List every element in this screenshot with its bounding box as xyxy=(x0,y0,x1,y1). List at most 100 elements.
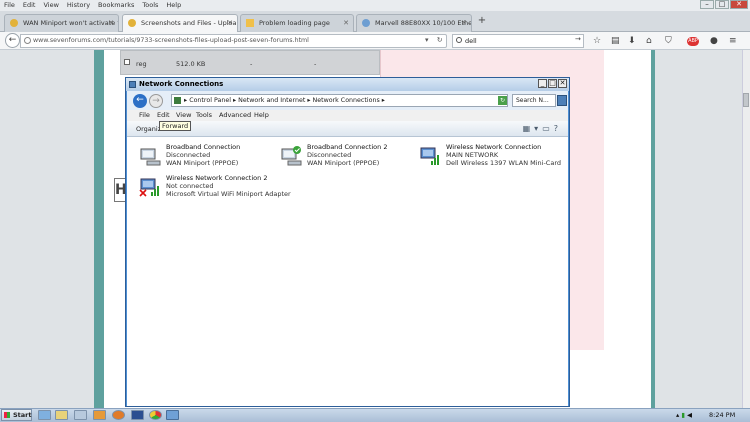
view-options: ▦▾▭? xyxy=(523,124,562,133)
home-icon[interactable]: ⌂ xyxy=(646,36,652,46)
tab-problem-loading[interactable]: Problem loading page ✕ xyxy=(240,14,354,32)
site-identity-icon[interactable] xyxy=(24,37,31,44)
maximize-button[interactable]: □ xyxy=(715,0,729,9)
crumb-control-panel[interactable]: Control Panel xyxy=(189,97,231,104)
tray-network-icon[interactable]: ▮ xyxy=(681,411,685,419)
broadband-icon xyxy=(140,148,161,166)
crumb-network-connections[interactable]: Network Connections xyxy=(313,97,380,104)
nc-breadcrumb[interactable]: ▸ Control Panel ▸ Network and Internet ▸… xyxy=(171,94,508,107)
crumb-separator: ▸ xyxy=(232,97,237,104)
dropdown-arrow-icon[interactable]: ▾ xyxy=(425,36,429,44)
bookmark-star-icon[interactable]: ☆ xyxy=(593,36,601,46)
window-title[interactable]: Network Connections xyxy=(126,78,569,91)
nc-menu-file[interactable]: File xyxy=(139,110,150,121)
nc-back-arrow-icon[interactable]: ← xyxy=(133,94,147,108)
nc-menu-tools[interactable]: Tools xyxy=(196,110,212,121)
connection-device: WAN Miniport (PPPOE) xyxy=(166,158,239,167)
nc-menu-edit[interactable]: Edit xyxy=(157,110,170,121)
explorer-icon[interactable] xyxy=(55,410,68,420)
network-icon[interactable] xyxy=(166,410,179,420)
preview-pane-icon[interactable]: ▭ xyxy=(542,124,554,133)
volume-icon[interactable]: ◀ xyxy=(687,411,692,419)
wireless-icon xyxy=(139,178,159,197)
crumb-network-internet[interactable]: Network and Internet xyxy=(238,97,305,104)
nc-address-bar: ← → ▸ Control Panel ▸ Network and Intern… xyxy=(127,91,568,110)
warning-icon xyxy=(246,19,254,27)
file-icon xyxy=(124,59,130,65)
network-connections-window: Network Connections _ □ ✕ ← → ▸ Control … xyxy=(125,77,570,407)
menu-tools[interactable]: Tools xyxy=(142,0,158,11)
nc-minimize-button[interactable]: _ xyxy=(538,79,547,88)
reload-icon[interactable]: ↻ xyxy=(437,36,443,44)
tab-wan-miniport[interactable]: WAN Miniport won't activate f... ✕ xyxy=(4,14,119,32)
tab-strip: WAN Miniport won't activate f... ✕ Scree… xyxy=(0,11,750,33)
chat-icon[interactable]: ● xyxy=(710,36,718,46)
attachment-size: 512.0 KB xyxy=(176,60,206,68)
tab-marvell[interactable]: Marvell 88E80XX 10/100 Ethe... ✕ xyxy=(356,14,472,32)
firefox-icon[interactable] xyxy=(93,410,106,420)
adblock-icon[interactable]: ABP xyxy=(687,37,699,46)
menu-bookmarks[interactable]: Bookmarks xyxy=(98,0,134,11)
crumb-separator: ▸ xyxy=(307,97,311,104)
connections-list: Broadband Connection Disconnected WAN Mi… xyxy=(127,137,568,406)
clock[interactable]: 8:24 PM xyxy=(709,410,735,420)
word-icon[interactable] xyxy=(131,410,144,420)
menu-help[interactable]: Help xyxy=(166,0,181,11)
ie-icon[interactable] xyxy=(38,410,51,420)
forward-tooltip: Forward xyxy=(159,121,192,131)
nc-search-input[interactable]: Search N... xyxy=(512,94,556,107)
attachment-col3: - xyxy=(250,60,253,68)
window-controls: – □ ✕ xyxy=(700,0,748,10)
sevenforums-favicon-icon xyxy=(10,19,18,27)
views-icon[interactable]: ▦▾ xyxy=(523,124,543,133)
control-panel-icon xyxy=(174,97,181,104)
scrollbar-thumb[interactable] xyxy=(743,93,749,107)
system-tray: ▴ ▮ ◀ xyxy=(676,410,692,420)
search-go-icon[interactable]: → xyxy=(575,35,581,43)
back-arrow-icon[interactable]: ← xyxy=(5,33,20,48)
tab-screenshots[interactable]: Screenshots and Files - Uploa... ✕ xyxy=(122,14,238,33)
nc-window-controls: _ □ ✕ xyxy=(538,79,567,88)
download-icon[interactable]: ⬇ xyxy=(628,36,636,46)
tray-arrow-icon[interactable]: ▴ xyxy=(676,411,679,419)
nc-command-bar: Organize ▾ ▦▾▭? xyxy=(127,121,568,137)
nc-menu-view[interactable]: View xyxy=(176,110,191,121)
shield-icon[interactable]: ⛉ xyxy=(665,36,672,46)
nc-menu-help[interactable]: Help xyxy=(254,110,269,121)
tab-close-icon[interactable]: ✕ xyxy=(108,15,114,31)
globe-icon xyxy=(362,19,370,27)
url-bar[interactable]: www.sevenforums.com/tutorials/9733-scree… xyxy=(20,34,447,48)
new-tab-button[interactable]: + xyxy=(476,15,488,27)
page-left-border xyxy=(94,50,104,408)
tab-close-icon[interactable]: ✕ xyxy=(227,15,233,31)
nc-menu-advanced[interactable]: Advanced xyxy=(219,110,251,121)
close-button[interactable]: ✕ xyxy=(730,0,748,9)
nc-close-button[interactable]: ✕ xyxy=(558,79,567,88)
menu-view[interactable]: View xyxy=(43,0,58,11)
nc-menu-bar: File Edit View Tools Advanced Help xyxy=(127,110,568,121)
tab-label: Marvell 88E80XX 10/100 Ethe... xyxy=(375,19,472,27)
bookmarks-menu-icon[interactable]: ▤ xyxy=(611,36,620,46)
nc-search-icon[interactable] xyxy=(557,95,567,106)
nc-forward-arrow-icon[interactable]: → xyxy=(149,94,163,108)
firefox-active-icon[interactable] xyxy=(112,410,125,420)
search-input[interactable]: dell xyxy=(452,34,584,48)
crumb-separator: ▸ xyxy=(184,97,188,104)
sevenforums-favicon-icon xyxy=(128,19,136,27)
menu-history[interactable]: History xyxy=(67,0,90,11)
search-icon xyxy=(456,37,462,43)
tab-close-icon[interactable]: ✕ xyxy=(461,15,467,31)
tab-close-icon[interactable]: ✕ xyxy=(343,15,349,31)
media-icon[interactable] xyxy=(74,410,87,420)
attachment-col4: - xyxy=(314,60,317,68)
hamburger-menu-icon[interactable]: ≡ xyxy=(729,36,737,46)
crumb-separator: ▸ xyxy=(381,97,385,104)
menu-edit[interactable]: Edit xyxy=(23,0,36,11)
help-icon[interactable]: ? xyxy=(554,124,562,133)
nc-refresh-icon[interactable]: ↻ xyxy=(498,96,507,105)
attachment-name[interactable]: reg xyxy=(136,60,147,68)
chrome-icon[interactable] xyxy=(149,410,162,420)
nc-maximize-button[interactable]: □ xyxy=(548,79,557,88)
menu-file[interactable]: File xyxy=(4,0,15,11)
minimize-button[interactable]: – xyxy=(700,0,714,9)
